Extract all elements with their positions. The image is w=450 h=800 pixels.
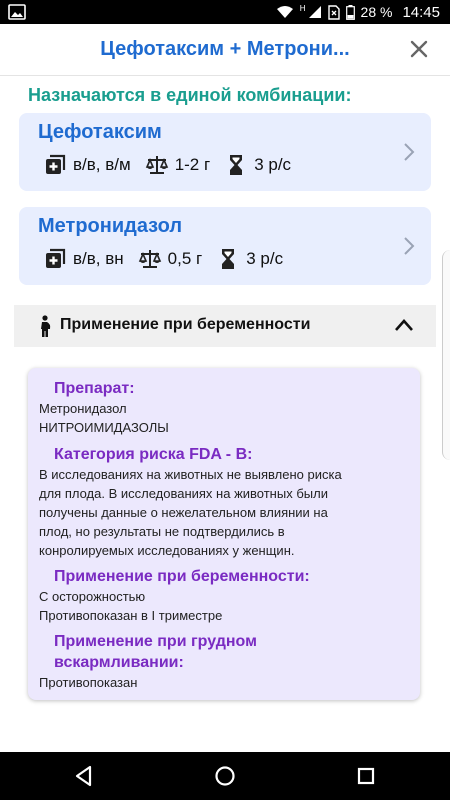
scale-icon — [145, 156, 168, 174]
chevron-up-icon[interactable] — [394, 318, 414, 332]
hourglass-icon — [222, 249, 235, 269]
drug-dosage-row: в/в, в/м 1-2 г 3 р/с — [43, 153, 291, 177]
drug-group-text: НИТРОИМИДАЗОЛЫ — [39, 420, 169, 435]
pregnancy-info-card: Препарат: Метронидазол НИТРОИМИДАЗОЛЫ Ка… — [28, 368, 420, 700]
clock: 14:45 — [402, 3, 440, 21]
fda-text-line: конролируемых исследованиях у женщин. — [39, 543, 295, 558]
edge-panel-handle[interactable] — [442, 250, 450, 460]
battery-icon — [345, 4, 355, 20]
pregnancy-section-toggle[interactable]: Применение при беременности — [14, 305, 436, 347]
pregnancy-text-line: С осторожностью — [39, 589, 146, 604]
image-icon — [8, 4, 26, 20]
signal-icon — [308, 6, 321, 18]
no-sim-icon — [327, 4, 340, 20]
pregnant-woman-icon — [41, 315, 51, 337]
drug-card-metronidazole[interactable]: Метронидазол в/в, вн 0,5 г 3 р/с — [19, 207, 431, 285]
drug-dosage-row: в/в, вн 0,5 г 3 р/с — [43, 247, 283, 271]
pregnancy-section-label: Применение при беременности — [60, 316, 311, 333]
lactation-heading-line: Применение при грудном — [54, 633, 257, 650]
drug-dose: 0,5 г — [167, 249, 203, 268]
drug-frequency: 3 р/с — [254, 155, 292, 174]
drug-route: в/в, в/м — [73, 155, 131, 174]
chevron-right-icon — [404, 237, 415, 255]
wifi-icon — [276, 6, 293, 18]
pregnancy-heading: Применение при беременности: — [54, 568, 310, 585]
navigation-bar — [0, 752, 450, 800]
scale-icon — [138, 250, 161, 268]
lactation-text: Противопоказан — [39, 675, 138, 690]
pregnancy-text-line: Противопоказан в I триместре — [39, 608, 223, 623]
status-bar: H 28 % 14:45 — [0, 0, 450, 24]
drug-name: Метронидазол — [38, 215, 183, 237]
battery-percent: 28 % — [360, 4, 393, 20]
app-header: Цефотаксим + Метрони... — [0, 24, 450, 76]
hourglass-icon — [230, 155, 243, 175]
chevron-right-icon — [404, 143, 415, 161]
drug-name: Цефотаксим — [38, 121, 162, 143]
fda-text-line: для плода. В исследованиях на животных б… — [39, 486, 328, 501]
recent-apps-icon[interactable] — [354, 764, 378, 788]
combination-heading: Назначаются в единой комбинации: — [28, 85, 352, 105]
home-icon[interactable] — [213, 764, 237, 788]
fda-text-line: получены данные о нежелательном влиянии … — [39, 505, 328, 520]
page-title: Цефотаксим + Метрони... — [100, 38, 350, 60]
drug-route: в/в, вн — [73, 249, 124, 268]
drug-frequency: 3 р/с — [246, 249, 284, 268]
fda-text-line: В исследованиях на животных не выявлено … — [39, 467, 342, 482]
lactation-heading-line: вскармливании: — [54, 654, 184, 671]
fda-heading: Категория риска FDA - B: — [54, 446, 253, 463]
drug-name-text: Метронидазол — [39, 401, 127, 416]
medication-route-icon — [46, 248, 66, 268]
network-type-label: H — [299, 3, 306, 13]
drug-dose: 1-2 г — [174, 155, 211, 174]
medication-route-icon — [46, 154, 66, 174]
drug-card-cefotaxime[interactable]: Цефотаксим в/в, в/м 1-2 г 3 р/с — [19, 113, 431, 191]
close-icon[interactable] — [406, 36, 432, 62]
fda-text-line: плод, но результаты не подтвердились в — [39, 524, 285, 539]
drug-heading: Препарат: — [54, 380, 135, 397]
back-icon[interactable] — [72, 764, 96, 788]
